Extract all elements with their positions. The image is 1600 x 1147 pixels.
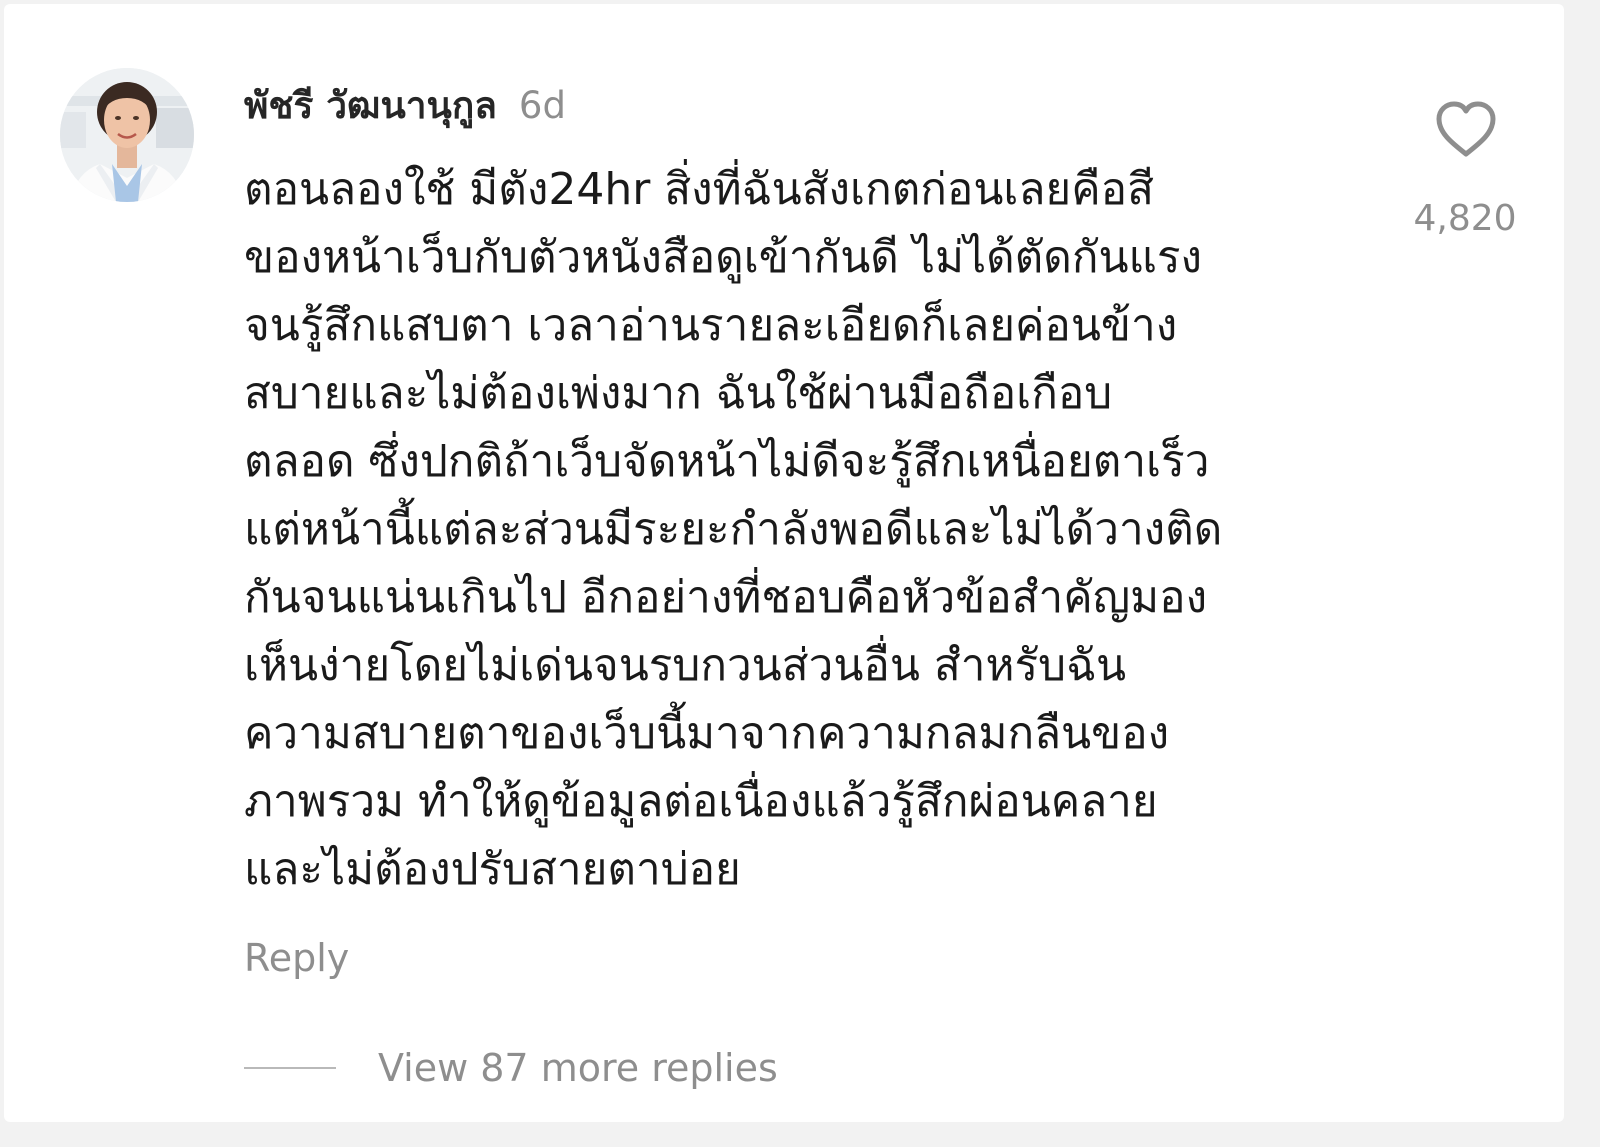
comment-card: พัชรี วัฒนานุกูล 6d ตอนลองใช้ มีตัง24hr … — [4, 4, 1564, 1122]
view-more-replies-label: View 87 more replies — [378, 1046, 778, 1090]
comment-line: และไม่ต้องปรับสายตาบ่อย — [244, 844, 741, 895]
replies-divider-line — [244, 1067, 336, 1069]
reply-button[interactable]: Reply — [244, 936, 349, 980]
like-button[interactable] — [1434, 100, 1498, 160]
view-more-replies-button[interactable]: View 87 more replies — [244, 1040, 778, 1096]
comment-line: สบายและไม่ต้องเพ่งมาก ฉันใช้ผ่านมือถือเก… — [244, 368, 1113, 419]
comment-line: ความสบายตาของเว็บนี้มาจากความกลมกลืนของ — [244, 708, 1170, 759]
username[interactable]: พัชรี วัฒนานุกูล — [244, 76, 497, 135]
comment-line: จนรู้สึกแสบตา เวลาอ่านรายละเอียดก็เลยค่อ… — [244, 300, 1178, 351]
comment-line: ตลอด ซึ่งปกติถ้าเว็บจัดหน้าไม่ดีจะรู้สึก… — [244, 436, 1210, 487]
comment-line: ภาพรวม ทำให้ดูข้อมูลต่อเนื่องแล้วรู้สึกผ… — [244, 776, 1158, 827]
comment-line: เห็นง่ายโดยไม่เด่นจนรบกวนส่วนอื่น สำหรับ… — [244, 640, 1127, 691]
comment-header: พัชรี วัฒนานุกูล 6d — [244, 76, 566, 132]
like-count: 4,820 — [1413, 198, 1517, 239]
comment-line: ของหน้าเว็บกับตัวหนังสือดูเข้ากันดี ไม่ไ… — [244, 232, 1203, 283]
timestamp: 6d — [518, 84, 566, 127]
avatar-photo — [60, 68, 194, 202]
heart-outline-icon — [1436, 101, 1496, 157]
comment-line: ตอนลองใช้ มีตัง24hr สิ่งที่ฉันสังเกตก่อน… — [244, 164, 1154, 215]
avatar[interactable] — [60, 68, 194, 202]
comment-text: ตอนลองใช้ มีตัง24hr สิ่งที่ฉันสังเกตก่อน… — [244, 156, 1374, 904]
comment-line: แต่หน้านี้แต่ละส่วนมีระยะกำลังพอดีและไม่… — [244, 504, 1223, 555]
comment-line: กันจนแน่นเกินไป อีกอย่างที่ชอบคือหัวข้อส… — [244, 572, 1208, 623]
